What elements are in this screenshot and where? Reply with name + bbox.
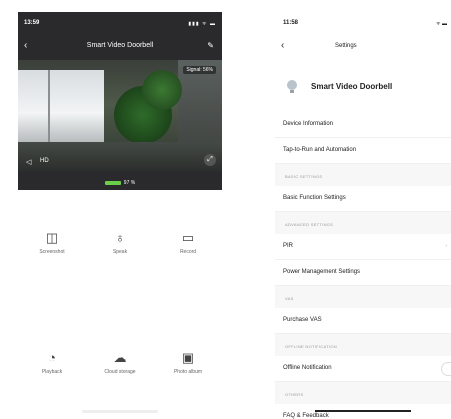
status-time: 11:58 xyxy=(283,20,299,26)
chevron-right-icon: › xyxy=(445,243,447,249)
battery-indicator: 97 % xyxy=(18,180,222,186)
screenshot-label: Screenshot xyxy=(39,249,65,255)
live-video-feed[interactable]: Signal: 56% ◁ HD ⤢ xyxy=(18,60,222,172)
section-label: ADVANCED SETTINGS xyxy=(285,222,334,227)
offline-notification-item[interactable]: Offline Notification xyxy=(275,356,451,382)
tap-to-run-item[interactable]: Tap-to-Run and Automation xyxy=(275,138,451,164)
section-offline-notification: OFFLINE NOTIFICATION xyxy=(275,334,451,356)
page-title: Smart Video Doorbell xyxy=(86,42,154,49)
status-time: 13:59 xyxy=(24,20,40,26)
bulb-icon xyxy=(287,80,297,93)
status-icons: ▮▮▮ ᯤ ▬ xyxy=(188,21,216,27)
playback-icon: ◔ xyxy=(48,350,56,365)
photo-album-label: Photo album xyxy=(173,369,203,375)
section-label: OTHERS xyxy=(285,392,304,397)
battery-icon xyxy=(104,180,121,185)
home-indicator[interactable] xyxy=(315,410,411,412)
video-window-area xyxy=(18,70,104,142)
camera-live-view-screen: 13:59 ▮▮▮ ᯤ ▬ ‹ Smart Video Doorbell ✎ S… xyxy=(18,12,222,419)
item-label: Basic Function Settings xyxy=(283,195,346,201)
microphone-icon: ♁ xyxy=(115,230,125,245)
offline-notification-toggle[interactable] xyxy=(441,362,451,376)
signal-badge: Signal: 56% xyxy=(183,66,216,74)
item-label: FAQ & Feedback xyxy=(283,413,329,419)
item-label: Device Information xyxy=(283,121,334,127)
section-advanced-settings: ADVANCED SETTINGS xyxy=(275,212,451,234)
home-indicator[interactable] xyxy=(82,410,158,413)
nav-bar: ‹ Smart Video Doorbell ✎ xyxy=(18,40,222,54)
photo-album-icon: ▣ xyxy=(181,350,195,365)
page-title: Settings xyxy=(335,43,357,49)
purchase-vas-item[interactable]: Purchase VAS xyxy=(275,308,451,334)
cloud-storage-label: Cloud storage xyxy=(104,369,136,375)
video-desk-area xyxy=(18,142,222,172)
item-label: Offline Notification xyxy=(283,365,332,371)
section-label: OFFLINE NOTIFICATION xyxy=(285,344,337,349)
hd-toggle[interactable]: HD xyxy=(40,158,49,164)
section-basic-settings: BASIC SETTINGS xyxy=(275,164,451,186)
item-label: Purchase VAS xyxy=(283,317,322,323)
item-label: PIR xyxy=(283,243,294,249)
section-vas: VAS xyxy=(275,286,451,308)
record-icon: ▭ xyxy=(181,230,195,245)
video-window-frame xyxy=(48,70,50,142)
speak-label: Speak xyxy=(112,249,128,255)
nav-bar: ‹ Settings xyxy=(275,40,451,54)
device-name: Smart Video Doorbell xyxy=(311,82,393,91)
edit-icon[interactable]: ✎ xyxy=(207,41,214,50)
settings-screen: 11:58 ᯤ ▬ ‹ Settings Smart Video Doorbel… xyxy=(275,12,451,419)
live-view-header: 13:59 ▮▮▮ ᯤ ▬ ‹ Smart Video Doorbell ✎ S… xyxy=(18,12,222,190)
battery-level: 97 % xyxy=(123,180,136,186)
cloud-storage-button[interactable]: ☁ Cloud storage xyxy=(92,350,148,375)
video-plant-top xyxy=(142,70,182,110)
record-button[interactable]: ▭ Record xyxy=(160,230,216,255)
section-label: BASIC SETTINGS xyxy=(285,174,323,179)
item-label: Power Management Settings xyxy=(283,269,361,275)
playback-label: Playback xyxy=(41,369,63,375)
device-information-item[interactable]: Device Information xyxy=(275,112,451,138)
power-management-item[interactable]: Power Management Settings xyxy=(275,260,451,286)
back-icon[interactable]: ‹ xyxy=(281,40,284,52)
device-header[interactable]: Smart Video Doorbell xyxy=(275,66,451,112)
camera-icon: ◫ xyxy=(45,230,59,245)
cloud-storage-icon: ☁ xyxy=(113,350,127,365)
speak-button[interactable]: ♁ Speak xyxy=(92,230,148,255)
record-label: Record xyxy=(179,249,197,255)
speaker-icon[interactable]: ◁ xyxy=(26,158,31,166)
item-label: Tap-to-Run and Automation xyxy=(283,147,357,153)
pir-item[interactable]: PIR › xyxy=(275,234,451,260)
status-bar: 11:58 ᯤ ▬ xyxy=(283,20,451,30)
section-others: OTHERS xyxy=(275,382,451,404)
photo-album-button[interactable]: ▣ Photo album xyxy=(160,350,216,375)
screenshot-button[interactable]: ◫ Screenshot xyxy=(24,230,80,255)
fullscreen-icon[interactable]: ⤢ xyxy=(204,154,216,166)
playback-button[interactable]: ◔ Playback xyxy=(24,350,80,375)
basic-function-settings-item[interactable]: Basic Function Settings xyxy=(275,186,451,212)
status-bar: 13:59 ▮▮▮ ᯤ ▬ xyxy=(24,20,216,30)
status-icons: ᯤ ▬ xyxy=(436,21,447,27)
section-label: VAS xyxy=(285,296,294,301)
